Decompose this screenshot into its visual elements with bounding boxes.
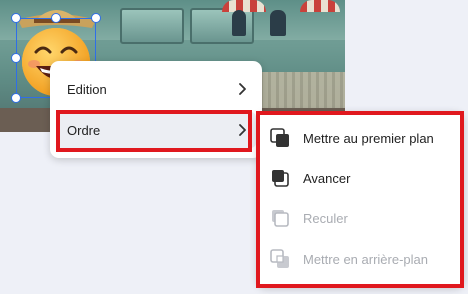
photo-person [270, 10, 286, 36]
menu-item-edition[interactable]: Edition [56, 71, 256, 107]
send-backward-icon [269, 207, 291, 229]
menu-item-ordre[interactable]: Ordre [56, 112, 256, 148]
menu-item-label: Avancer [303, 170, 351, 186]
order-submenu: Mettre au premier plan Avancer Reculer M… [257, 111, 464, 287]
photo-person [232, 10, 246, 36]
bring-to-front-item[interactable]: Mettre au premier plan [269, 122, 457, 154]
resize-handle-bottom-left[interactable] [11, 93, 21, 103]
menu-item-label: Ordre [67, 122, 101, 138]
photo-umbrella [300, 0, 340, 12]
chevron-right-icon [239, 124, 246, 136]
bring-forward-icon [269, 167, 291, 189]
resize-handle-top-right[interactable] [91, 13, 101, 23]
resize-handle-top-left[interactable] [11, 13, 21, 23]
send-to-back-icon [269, 248, 291, 270]
resize-handle-top[interactable] [51, 13, 61, 23]
menu-item-label: Edition [67, 81, 107, 97]
bring-forward-item[interactable]: Avancer [269, 162, 457, 194]
resize-handle-left[interactable] [11, 53, 21, 63]
menu-item-label: Mettre en arrière-plan [303, 251, 428, 267]
photo-window [120, 8, 184, 44]
send-to-back-item[interactable]: Mettre en arrière-plan [269, 243, 457, 275]
menu-item-label: Reculer [303, 210, 348, 226]
bring-to-front-icon [269, 127, 291, 149]
send-backward-item[interactable]: Reculer [269, 202, 457, 234]
context-menu: Edition Ordre [50, 61, 262, 158]
menu-item-label: Mettre au premier plan [303, 130, 434, 146]
photo-umbrella [222, 0, 266, 12]
chevron-right-icon [239, 83, 246, 95]
